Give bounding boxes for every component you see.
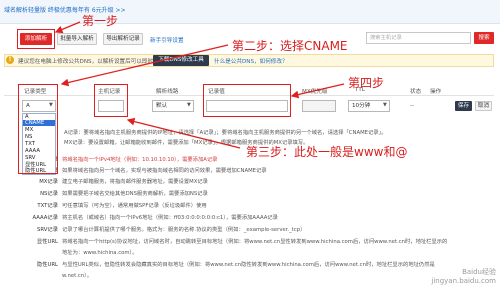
watermark-line2: jingyan.baidu.com <box>431 277 496 285</box>
arrow-step4 <box>290 83 345 99</box>
arrow-step2 <box>60 44 229 87</box>
baidu-watermark: Baidu经验 jingyan.baidu.com <box>431 268 496 286</box>
arrow-step3 <box>126 117 241 149</box>
annotation-step2: 第二步：选择CNAME <box>232 39 348 53</box>
annotation-step4: 第四步 <box>348 76 385 90</box>
arrow-step1 <box>54 21 81 34</box>
annotation-step1: 第一步 <box>82 14 119 28</box>
annotation-step3: 第三步：此处一般是www和@ <box>246 145 408 159</box>
watermark-line1: Baidu经验 <box>462 268 496 276</box>
